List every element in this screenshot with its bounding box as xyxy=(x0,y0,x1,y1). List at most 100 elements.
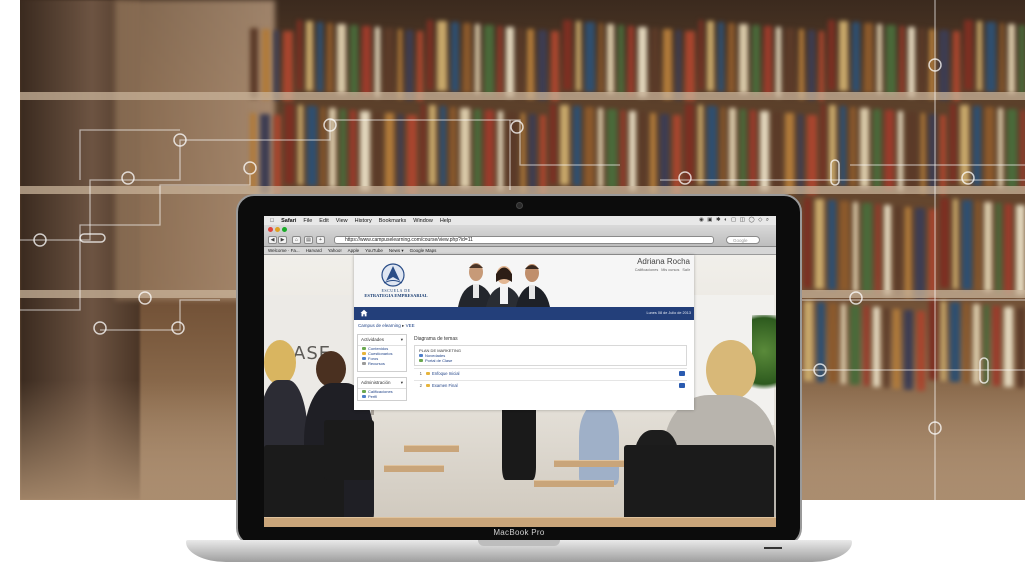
minimize-window-icon[interactable] xyxy=(275,227,280,232)
bookmark-item[interactable]: Apple xyxy=(348,247,360,254)
edit-icon[interactable] xyxy=(679,383,685,388)
zoom-window-icon[interactable] xyxy=(282,227,287,232)
book-spine xyxy=(760,111,770,191)
admin-link[interactable]: Perfil xyxy=(358,394,406,399)
user-name[interactable]: Adriana Rocha xyxy=(637,257,690,266)
book-spine xyxy=(785,113,794,193)
book-spine xyxy=(893,309,900,389)
book-spine xyxy=(985,22,996,92)
book-spine xyxy=(920,113,925,193)
collapse-icon[interactable]: ▾ xyxy=(401,380,403,386)
student-head xyxy=(264,340,296,385)
book-spine xyxy=(776,27,782,97)
book-spine xyxy=(973,106,982,186)
logout-link[interactable]: Salir xyxy=(682,268,690,272)
apple-menu-icon[interactable]:  xyxy=(270,218,274,224)
book-spine xyxy=(995,203,1002,293)
book-spine xyxy=(297,20,302,90)
book-spine xyxy=(638,27,648,97)
book-spine xyxy=(337,24,347,94)
student xyxy=(579,405,619,485)
book-spine xyxy=(529,114,537,194)
back-button[interactable]: ◀ xyxy=(268,236,277,244)
book-spine xyxy=(549,104,557,184)
book-spine xyxy=(993,306,1000,386)
lms-page: ESCUELA DE ESTRATEGIA EMPRESARIAL Adrian… xyxy=(354,255,694,410)
book-spine xyxy=(673,115,682,195)
menu-help[interactable]: Help xyxy=(440,218,451,224)
menu-bookmarks[interactable]: Bookmarks xyxy=(379,218,407,224)
lms-navbar: Lunes 08 de Julio de 2013 xyxy=(354,307,694,320)
menu-safari[interactable]: Safari xyxy=(281,218,296,224)
book-spine xyxy=(562,20,572,90)
topic-link[interactable]: Enfoque Inicial xyxy=(426,371,459,376)
book-spine xyxy=(852,22,861,92)
book-spine xyxy=(949,104,957,184)
student-head xyxy=(706,340,756,400)
my-courses-link[interactable]: Mis cursos xyxy=(661,268,679,272)
book-spine xyxy=(649,113,657,193)
home-button[interactable]: ⌂ xyxy=(292,236,301,244)
book-spine xyxy=(718,22,725,92)
book-spine xyxy=(397,29,403,99)
grades-icon xyxy=(362,389,366,394)
bookmark-item[interactable]: Harvard xyxy=(306,247,322,254)
menu-view[interactable]: View xyxy=(336,218,348,224)
topic-0: PLAN DE MARKETING Novedades Portal de Cl… xyxy=(414,345,687,366)
book-spine xyxy=(840,106,846,186)
book-spine xyxy=(473,109,482,189)
bookmark-item[interactable]: Yahoo! xyxy=(328,247,342,254)
bookmark-item[interactable]: YouTube xyxy=(365,247,383,254)
topic-link[interactable]: Examen Final xyxy=(426,383,458,388)
shelf-row-2 xyxy=(20,104,1025,195)
book-spine xyxy=(305,21,313,91)
add-bookmark-button[interactable]: + xyxy=(316,236,325,244)
breadcrumb-current[interactable]: VEE xyxy=(406,323,415,328)
book-spine xyxy=(749,110,757,190)
book-spine xyxy=(728,23,735,93)
grades-link[interactable]: Calificaciones xyxy=(635,268,658,272)
book-spine xyxy=(939,30,949,100)
book-spine xyxy=(860,108,870,188)
book-spine xyxy=(797,114,803,194)
bookmark-item[interactable]: News ▾ xyxy=(389,247,404,254)
book-spine xyxy=(406,115,417,195)
content-icon xyxy=(362,346,366,351)
book-spine xyxy=(897,111,903,191)
book-spine xyxy=(1017,308,1025,388)
quiz-icon xyxy=(362,351,366,356)
book-spine xyxy=(906,112,917,192)
book-spine xyxy=(983,305,990,385)
book-spine xyxy=(919,28,925,98)
home-icon[interactable] xyxy=(360,309,368,317)
book-spine xyxy=(340,109,346,189)
book-spine xyxy=(828,303,838,383)
menu-history[interactable]: History xyxy=(355,218,372,224)
book-spine xyxy=(885,25,896,95)
book-spine xyxy=(250,28,258,98)
book-spine xyxy=(706,106,717,186)
book-spine xyxy=(417,31,423,101)
book-spine xyxy=(475,24,481,94)
url-field[interactable]: https://www.campuselearning.com/course/v… xyxy=(334,236,714,244)
lid-notch xyxy=(478,540,560,546)
collapse-icon[interactable]: ▾ xyxy=(401,337,403,343)
menu-window[interactable]: Window xyxy=(413,218,433,224)
reader-button[interactable]: ▤ xyxy=(304,236,313,244)
search-field[interactable]: Google xyxy=(726,236,760,244)
bookmark-item[interactable]: Google Maps xyxy=(410,247,437,254)
close-window-icon[interactable] xyxy=(268,227,273,232)
status-icons[interactable]: ◉ ▣ ✱ ◐ ▢ ◫ ◯ ◇ ⌕ xyxy=(699,217,776,224)
book-spine xyxy=(964,20,973,90)
forward-button[interactable]: ▶ xyxy=(278,236,287,244)
book-spine xyxy=(939,115,946,195)
resource-icon xyxy=(362,361,366,366)
menu-edit[interactable]: Edit xyxy=(319,218,328,224)
bookmark-item[interactable]: Welcome · Fa... xyxy=(268,247,300,254)
edit-icon[interactable] xyxy=(679,371,685,376)
school-logo-icon[interactable] xyxy=(380,263,406,287)
activity-link[interactable]: Recursos xyxy=(358,361,406,366)
class-portal-link[interactable]: Portal de Clase xyxy=(419,358,682,363)
menu-file[interactable]: File xyxy=(303,218,312,224)
breadcrumb-root[interactable]: Campus de elearning xyxy=(358,323,401,328)
